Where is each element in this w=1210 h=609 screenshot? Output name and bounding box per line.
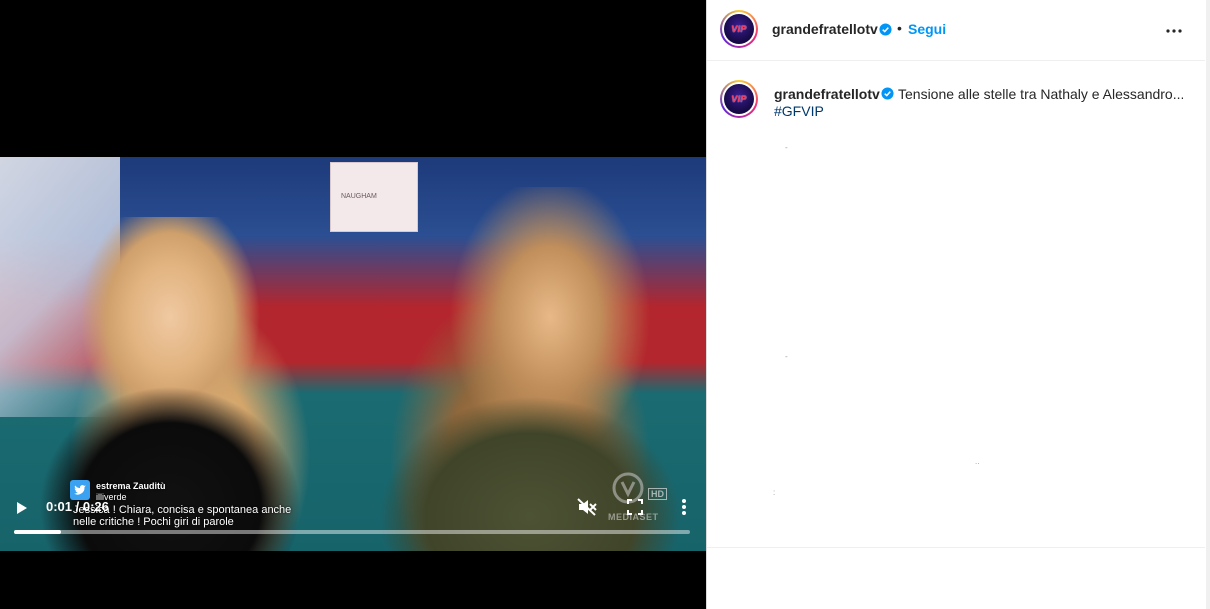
fullscreen-button[interactable] bbox=[625, 497, 645, 517]
progress-bar[interactable] bbox=[14, 530, 690, 534]
progress-fill bbox=[14, 530, 62, 534]
time-display: 0:01 / 0:26 bbox=[46, 499, 109, 514]
vertical-dots-icon bbox=[682, 499, 686, 515]
post-header: VIP grandefratellotv • Segui bbox=[707, 0, 1205, 61]
more-options-button[interactable] bbox=[674, 497, 694, 517]
faint-mark: : bbox=[773, 488, 776, 497]
separator-dot: • bbox=[897, 20, 902, 36]
avatar[interactable]: VIP bbox=[720, 10, 758, 48]
faint-mark: - bbox=[785, 352, 788, 361]
faint-mark: - bbox=[785, 143, 788, 152]
header-username[interactable]: grandefratellotv bbox=[772, 21, 878, 37]
follow-button[interactable]: Segui bbox=[908, 21, 946, 37]
post-side-panel: VIP grandefratellotv • Segui VIP grandef… bbox=[706, 0, 1210, 609]
hashtag-link[interactable]: #GFVIP bbox=[774, 103, 824, 119]
caption-text: Tensione alle stelle tra Nathaly e Aless… bbox=[898, 86, 1183, 102]
caption-username[interactable]: grandefratellotv bbox=[774, 86, 880, 102]
volume-muted-icon bbox=[577, 498, 597, 516]
mute-button[interactable] bbox=[576, 497, 598, 517]
verified-badge-icon bbox=[879, 23, 892, 36]
play-icon bbox=[17, 502, 27, 514]
video-player[interactable]: NAUGHAM estrema Zauditù illiverde Jessic… bbox=[0, 0, 706, 609]
options-button[interactable] bbox=[1162, 19, 1186, 43]
faint-mark: .. bbox=[975, 457, 980, 466]
twitter-bird-icon bbox=[70, 480, 90, 500]
horizontal-dots-icon bbox=[1166, 29, 1182, 33]
page-scrollbar[interactable] bbox=[1206, 0, 1210, 609]
caption-avatar[interactable]: VIP bbox=[720, 80, 758, 118]
fullscreen-icon bbox=[627, 499, 643, 515]
divider bbox=[707, 547, 1205, 548]
verified-badge-icon bbox=[881, 87, 894, 100]
play-button[interactable] bbox=[12, 498, 32, 518]
studio-sign: NAUGHAM bbox=[330, 162, 418, 232]
hd-badge: HD bbox=[648, 488, 667, 500]
